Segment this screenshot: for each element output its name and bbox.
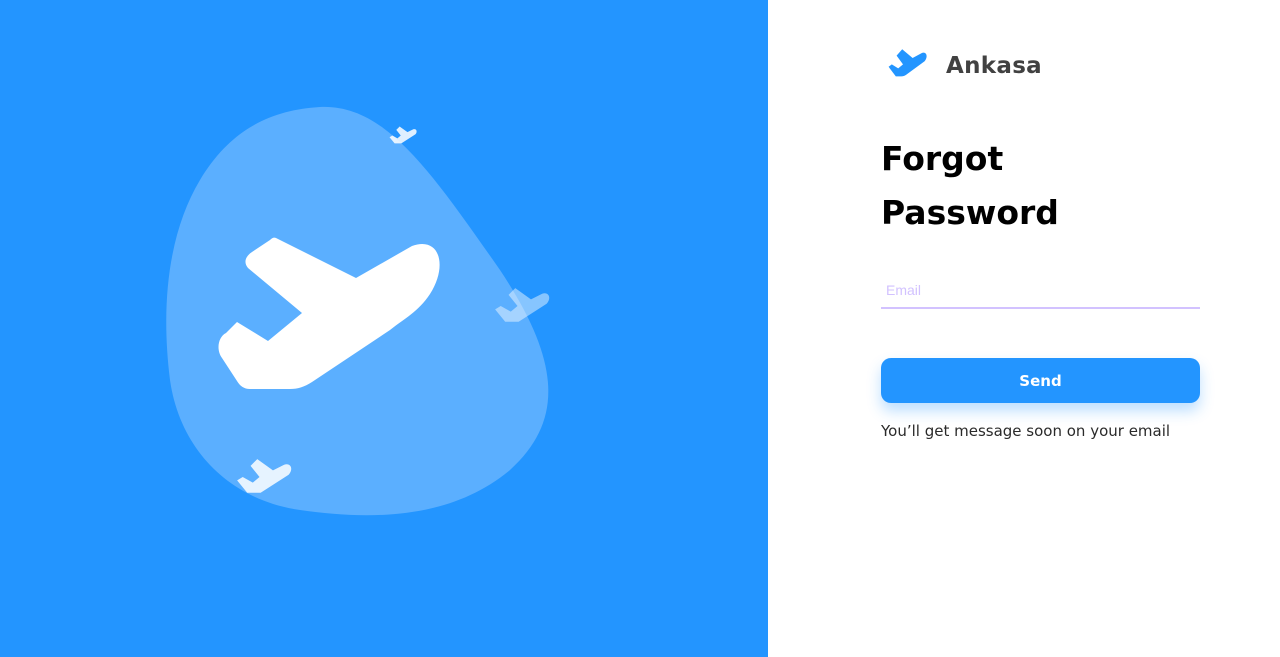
brand[interactable]: Ankasa [881,46,1042,86]
small-airplane-icon [389,126,417,144]
form-panel: Ankasa Forgot Password Send You’ll get m… [768,0,1280,657]
email-field[interactable] [881,273,1200,309]
send-button[interactable]: Send [881,358,1200,403]
hero-panel [0,0,768,657]
brand-name: Ankasa [946,53,1043,79]
helper-text: You’ll get message soon on your email [881,422,1171,440]
airplane-icon [888,49,927,77]
forgot-password-page: Ankasa Forgot Password Send You’ll get m… [0,0,1280,657]
page-title: Forgot Password [881,139,1059,232]
airplane-illustration [166,106,550,516]
